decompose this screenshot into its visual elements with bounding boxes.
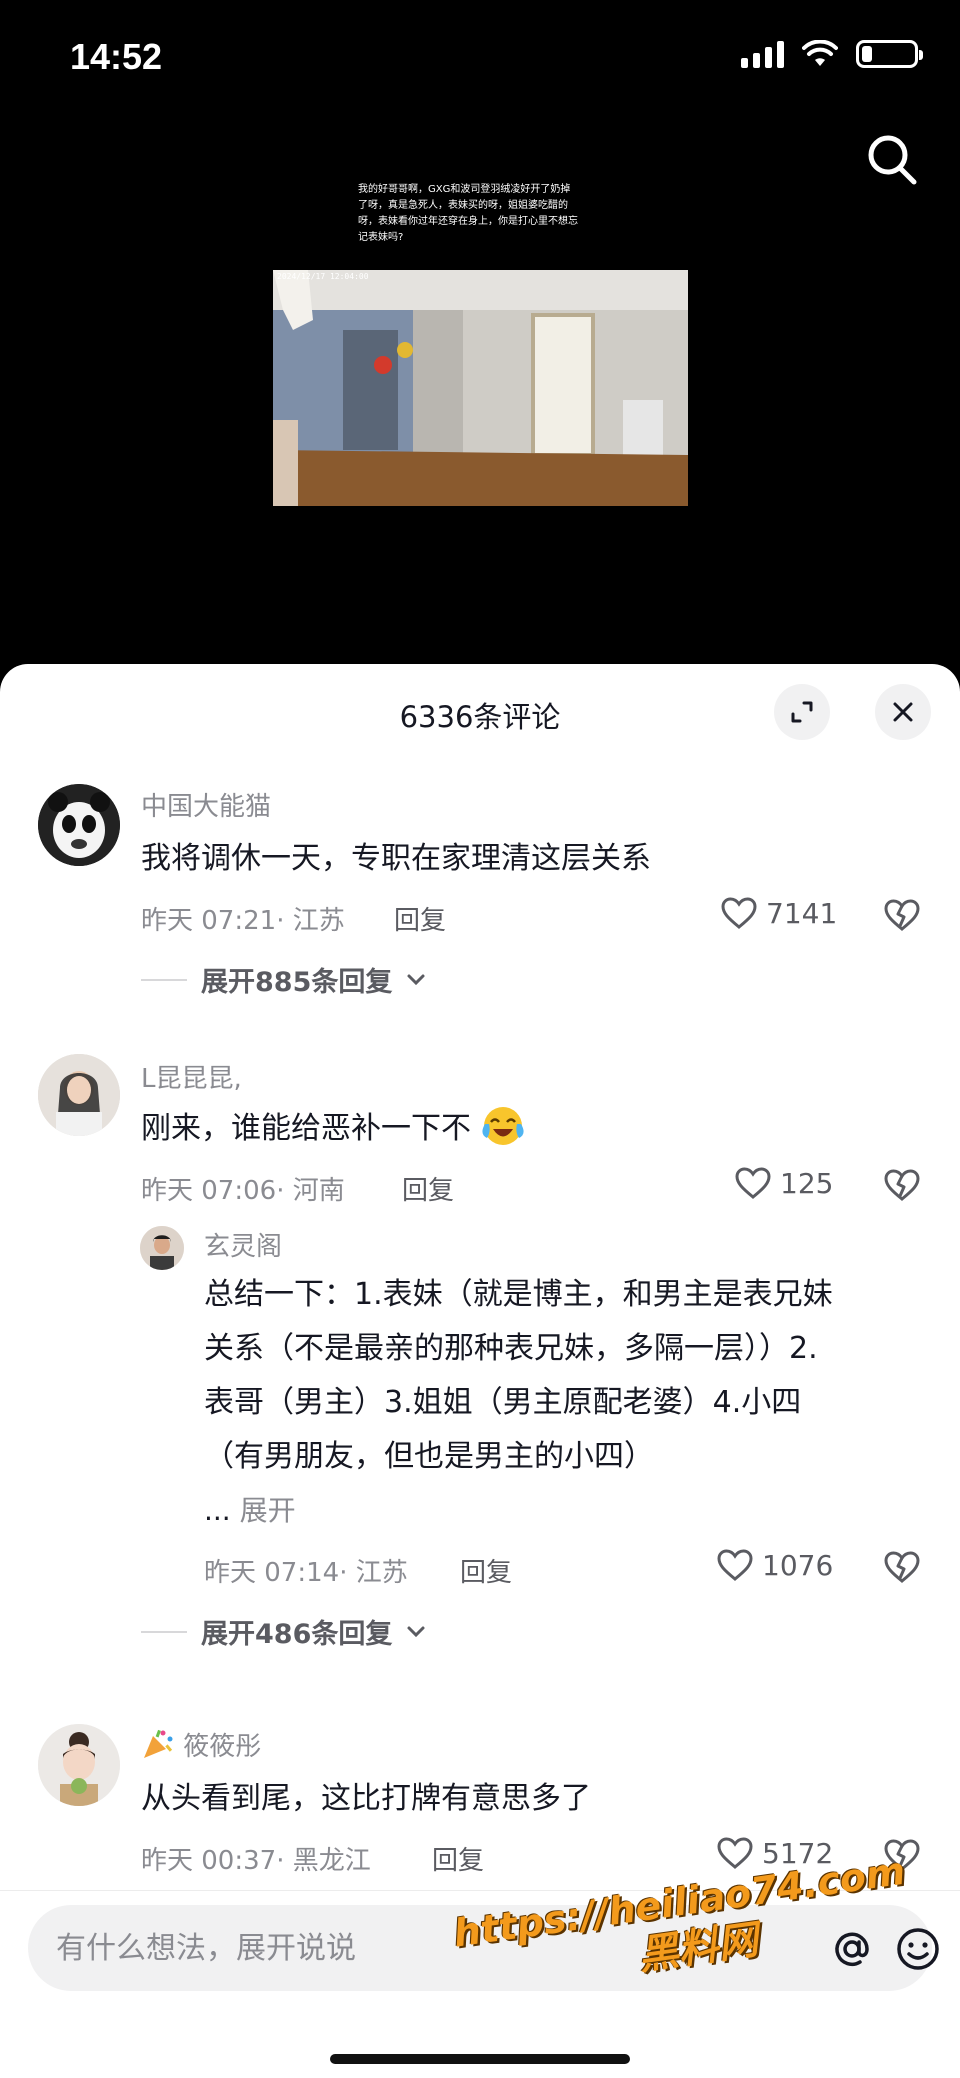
comment-username[interactable]: 筱筱彤 (141, 1726, 261, 1763)
like-button[interactable]: 7141 (720, 896, 837, 930)
heart-icon (717, 1549, 753, 1581)
like-button[interactable]: 125 (734, 1166, 833, 1200)
expand-replies-button[interactable]: 展开885条回复 (141, 960, 426, 999)
avatar[interactable] (38, 1054, 120, 1136)
close-icon (893, 702, 913, 722)
cellular-signal-icon (741, 40, 784, 68)
video-caption: 我的好哥哥啊，GXG和波司登羽绒凌好开了奶掉了呀，真是急死人，表妹买的呀，姐姐婆… (358, 184, 578, 243)
like-count: 1076 (762, 1548, 834, 1582)
divider (141, 1630, 187, 1633)
battery-level (862, 46, 872, 62)
comment-meta: 昨天 07:06· 河南 (141, 1170, 345, 1207)
comment-text: 刚来，谁能给恶补一下不 (141, 1102, 525, 1156)
heart-icon (717, 1837, 753, 1869)
chevron-down-icon (407, 1626, 425, 1637)
avatar[interactable] (38, 1724, 120, 1806)
comment-text: 从头看到尾，这比打牌有意思多了 (141, 1781, 591, 1816)
divider (141, 978, 187, 981)
comment-username-text: 筱筱彤 (183, 1732, 262, 1762)
status-bar: 14:52 (0, 0, 960, 110)
dislike-icon[interactable] (883, 896, 921, 932)
panda-avatar-icon (38, 784, 120, 866)
party-popper-icon (144, 1729, 173, 1758)
reply-text-line: 表哥（男主）3.姐姐（男主原配老婆）4.小四 (204, 1385, 802, 1420)
chevron-down-icon (407, 974, 425, 985)
comment-text-content: 刚来，谁能给恶补一下不 (141, 1111, 471, 1146)
reply-username[interactable]: 玄灵阁 (204, 1226, 282, 1263)
search-icon (868, 135, 917, 185)
video-frame-image (273, 270, 688, 506)
reply-meta: 昨天 07:14· 江苏 (204, 1552, 408, 1589)
like-count: 7141 (766, 896, 838, 930)
avatar[interactable] (38, 784, 120, 866)
heart-icon (735, 1167, 771, 1199)
user-photo-avatar-icon (38, 1054, 120, 1136)
reply-button[interactable]: 回复 (432, 1840, 484, 1877)
wifi-icon (802, 40, 838, 66)
dislike-icon[interactable] (883, 1166, 921, 1202)
expand-replies-label: 展开885条回复 (201, 967, 393, 998)
expand-replies-label: 展开486条回复 (201, 1619, 393, 1650)
reply-button[interactable]: 回复 (460, 1552, 512, 1589)
video-timestamp: 2024/12/17 12:04:00 (277, 272, 369, 281)
heart-icon (721, 897, 757, 929)
reply-text-line: （有男朋友，但也是男主的小四） (204, 1439, 654, 1474)
user-photo-avatar-icon (38, 1724, 120, 1806)
show-more-link[interactable]: 展开 (240, 1494, 296, 1527)
reply-button[interactable]: 回复 (394, 900, 446, 937)
search-button[interactable] (862, 130, 922, 190)
expand-icon (791, 701, 813, 723)
comment-username[interactable]: 中国大能猫 (141, 786, 271, 823)
reply-text-line: 总结一下：1.表妹（就是博主，和男主是表兄妹 (204, 1277, 833, 1312)
expand-replies-button[interactable]: 展开486条回复 (141, 1612, 426, 1651)
comment-time: 昨天 07:21 (141, 906, 277, 936)
comment-location: · 江苏 (276, 906, 345, 936)
user-photo-avatar-icon (140, 1226, 184, 1270)
reply-show-more[interactable]: ... 展开 (204, 1484, 296, 1538)
screen: 14:52 我的好哥哥啊，GXG和波司登羽绒凌好开了奶掉了呀，真是急死人，表妹买… (0, 0, 960, 2078)
like-count: 125 (780, 1166, 834, 1200)
status-time: 14:52 (70, 36, 163, 77)
comment-location: · 黑龙江 (276, 1846, 371, 1876)
status-icons (741, 40, 923, 68)
like-button[interactable]: 1076 (716, 1548, 833, 1582)
reply-text-line: 关系（不是最亲的那种表兄妹，多隔一层））2. (204, 1331, 818, 1366)
comment-text: 我将调休一天，专职在家理清这层关系 (141, 841, 651, 876)
comment-username[interactable]: L昆昆昆, (141, 1058, 242, 1095)
home-indicator (330, 2054, 630, 2064)
battery-icon (856, 40, 923, 68)
ellipsis: ... (204, 1494, 231, 1527)
reply-time: 昨天 07:14 (204, 1558, 340, 1588)
comment-location: · 河南 (276, 1176, 345, 1206)
reply-button[interactable]: 回复 (402, 1170, 454, 1207)
dislike-icon[interactable] (883, 1548, 921, 1584)
comment-meta: 昨天 07:21· 江苏 (141, 900, 345, 937)
reply-location: · 江苏 (339, 1558, 408, 1588)
video-player[interactable]: 2024/12/17 12:04:00 (273, 270, 688, 506)
comment-meta: 昨天 00:37· 黑龙江 (141, 1840, 371, 1877)
comment-time: 昨天 07:06 (141, 1176, 277, 1206)
crying-laughing-emoji-icon (481, 1107, 524, 1145)
expand-sheet-button[interactable] (774, 684, 830, 740)
reply-avatar-image[interactable] (140, 1226, 184, 1270)
comment-time: 昨天 00:37 (141, 1846, 277, 1876)
close-sheet-button[interactable] (875, 684, 931, 740)
